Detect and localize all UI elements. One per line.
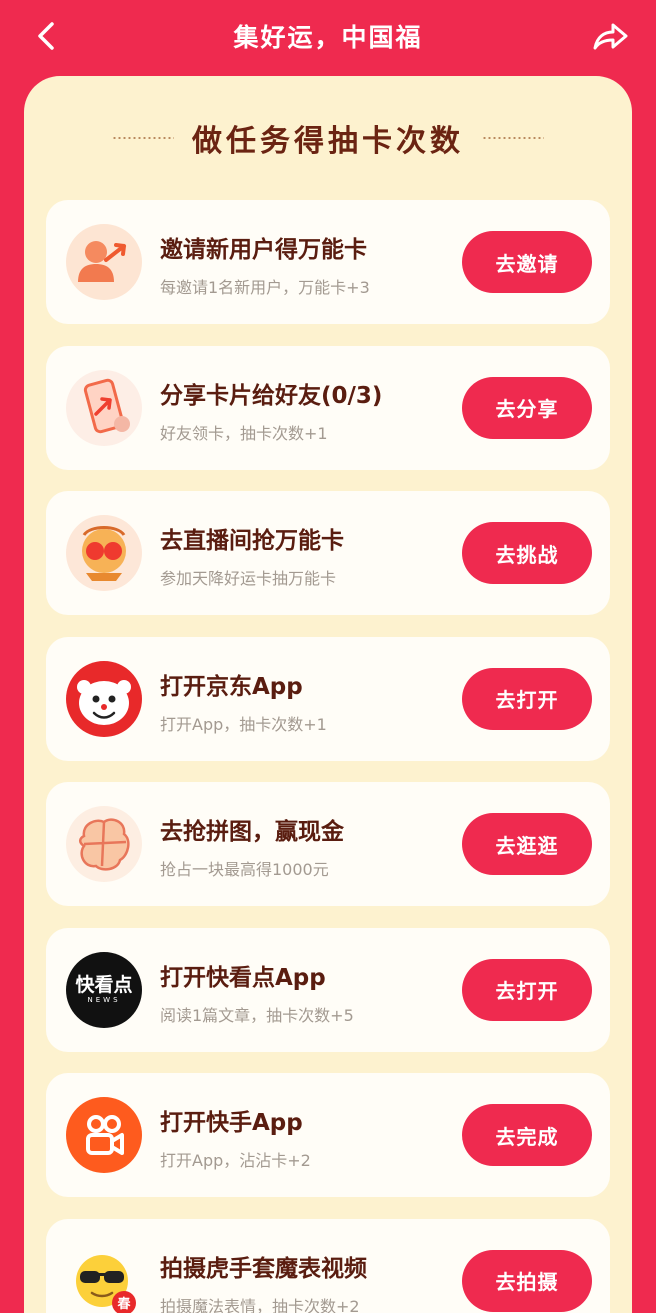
share-phone-icon bbox=[66, 369, 142, 446]
sunglasses-emoji-icon: 春 bbox=[66, 1243, 142, 1313]
task-card: 打开快手App 打开App，沾沾卡+2 去完成 bbox=[46, 1073, 610, 1197]
live-stream-icon bbox=[66, 515, 142, 591]
task-description: 打开App，抽卡次数+1 bbox=[160, 714, 327, 734]
section-header: 做任务得抽卡次数 bbox=[24, 114, 632, 162]
task-title: 去抢拼图，赢现金 bbox=[160, 819, 344, 845]
open-kuaikandian-button[interactable]: 去打开 bbox=[462, 958, 592, 1021]
task-description: 阅读1篇文章，抽卡次数+5 bbox=[160, 1005, 354, 1025]
share-arrow-icon bbox=[593, 23, 628, 50]
task-card: 邀请新用户得万能卡 每邀请1名新用户，万能卡+3 去邀请 bbox=[46, 200, 610, 324]
kuaishou-app-icon bbox=[66, 1097, 142, 1173]
task-title: 打开京东App bbox=[160, 673, 303, 700]
share-button[interactable]: 去分享 bbox=[462, 376, 592, 439]
share-button[interactable] bbox=[590, 18, 630, 54]
section-title: 做任务得抽卡次数 bbox=[192, 124, 464, 159]
task-card: 去抢拼图，赢现金 抢占一块最高得1000元 去逛逛 bbox=[46, 782, 610, 906]
task-description: 每邀请1名新用户，万能卡+3 bbox=[160, 278, 370, 297]
challenge-button[interactable]: 去挑战 bbox=[462, 522, 592, 584]
task-card: 春 拍摄虎手套魔表视频 拍摄魔法表情，抽卡次数+2 去拍摄 bbox=[46, 1218, 610, 1313]
task-description: 好友领卡，抽卡次数+1 bbox=[160, 423, 328, 443]
task-description: 打开App，沾沾卡+2 bbox=[160, 1151, 311, 1170]
complete-button[interactable]: 去完成 bbox=[462, 1104, 592, 1166]
page-title: 集好运，中国福 bbox=[233, 23, 423, 52]
jd-app-icon bbox=[66, 660, 142, 737]
task-card: 分享卡片给好友(0/3) 好友领卡，抽卡次数+1 去分享 bbox=[46, 345, 610, 470]
puzzle-map-icon bbox=[66, 806, 142, 882]
task-card: 打开京东App 打开App，抽卡次数+1 去打开 bbox=[46, 636, 610, 761]
task-title: 打开快手App bbox=[160, 1110, 303, 1136]
browse-button[interactable]: 去逛逛 bbox=[462, 813, 592, 875]
divider-left bbox=[112, 137, 174, 139]
spring-badge: 春 bbox=[117, 1296, 131, 1312]
divider-right bbox=[482, 137, 544, 139]
invite-user-icon bbox=[66, 224, 142, 300]
shoot-button[interactable]: 去拍摄 bbox=[462, 1249, 592, 1312]
task-description: 参加天降好运卡抽万能卡 bbox=[160, 569, 337, 588]
kuaikandian-app-icon: 快看点 NEWS bbox=[66, 951, 142, 1028]
open-jd-button[interactable]: 去打开 bbox=[462, 667, 592, 730]
task-title: 去直播间抢万能卡 bbox=[160, 528, 344, 554]
task-list: 邀请新用户得万能卡 每邀请1名新用户，万能卡+3 去邀请 分享卡片给好友(0/3… bbox=[46, 200, 610, 1313]
task-card: 去直播间抢万能卡 参加天降好运卡抽万能卡 去挑战 bbox=[46, 491, 610, 615]
task-title: 打开快看点App bbox=[160, 964, 326, 991]
task-description: 抢占一块最高得1000元 bbox=[160, 860, 329, 879]
top-bar: 集好运，中国福 bbox=[0, 0, 656, 72]
app-logo-subtext: NEWS bbox=[87, 995, 121, 1004]
back-button[interactable] bbox=[30, 20, 62, 52]
task-card: 快看点 NEWS 打开快看点App 阅读1篇文章，抽卡次数+5 去打开 bbox=[46, 927, 610, 1052]
task-title: 拍摄虎手套魔表视频 bbox=[160, 1255, 367, 1282]
invite-button[interactable]: 去邀请 bbox=[462, 231, 592, 293]
chevron-left-icon bbox=[38, 22, 54, 50]
task-panel: 做任务得抽卡次数 邀请新用户得万能卡 每邀请1名新用户，万能卡+3 去邀请 分享… bbox=[24, 76, 632, 1313]
task-title: 邀请新用户得万能卡 bbox=[160, 237, 367, 263]
task-description: 拍摄魔法表情，抽卡次数+2 bbox=[160, 1296, 360, 1313]
app-logo-text: 快看点 bbox=[75, 973, 133, 996]
task-title: 分享卡片给好友(0/3) bbox=[160, 382, 383, 409]
